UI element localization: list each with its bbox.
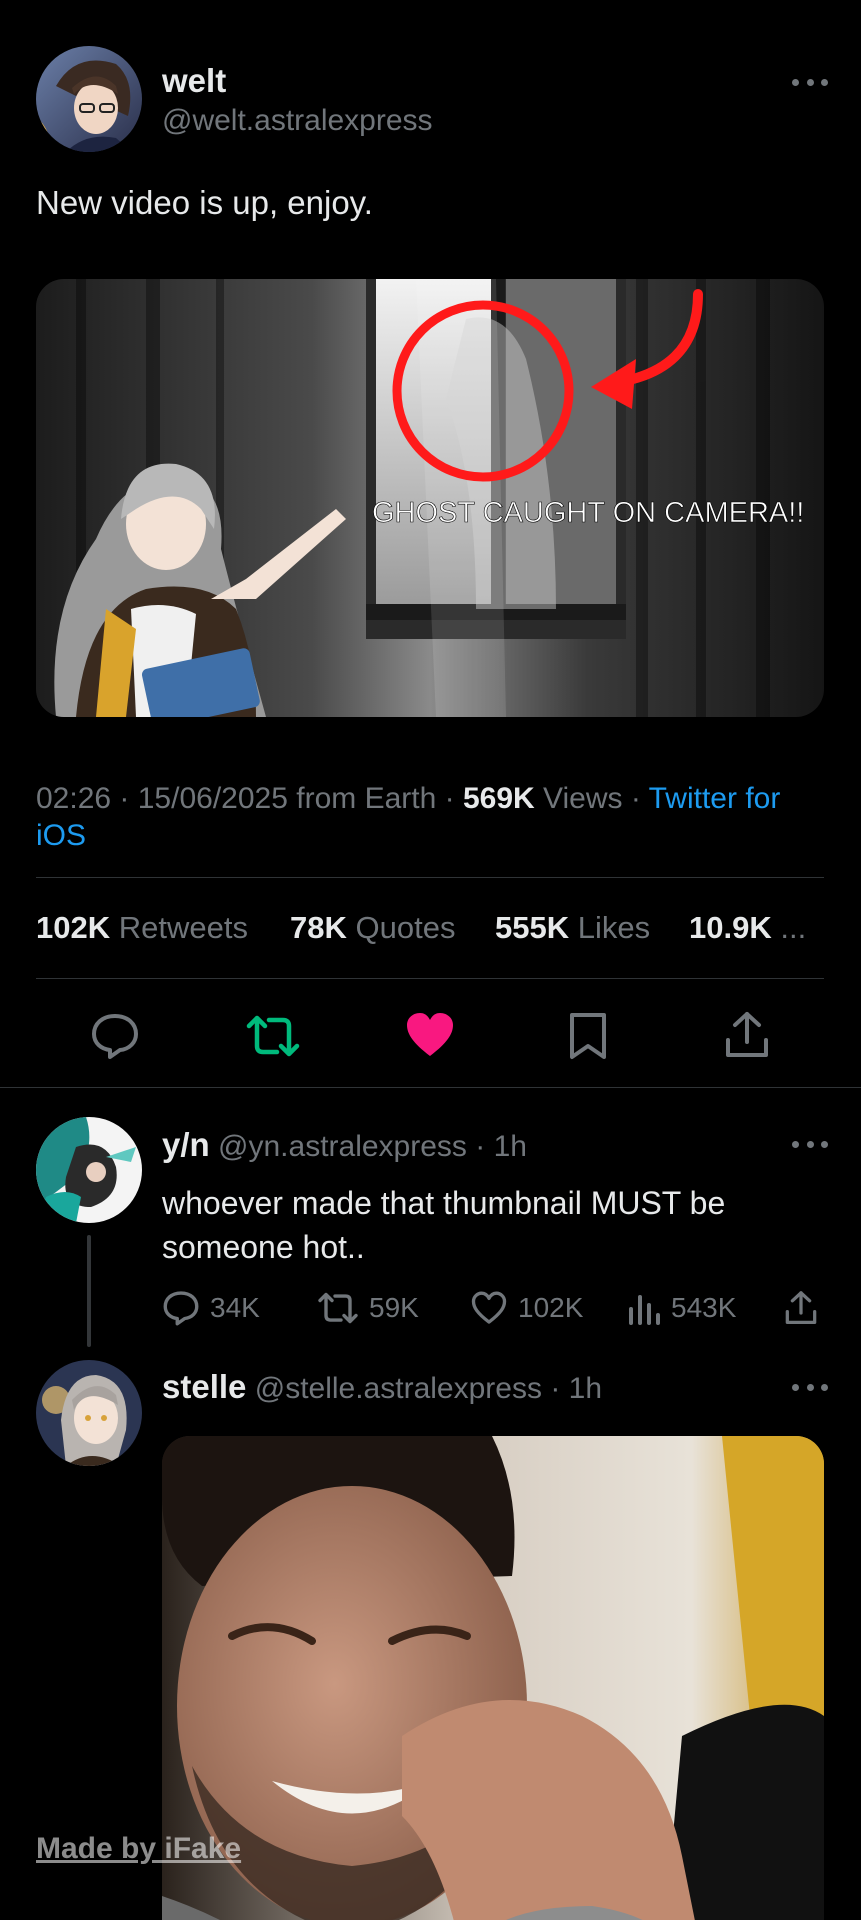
reply2-time[interactable]: · 1h [550,1372,602,1405]
reply2-author-name[interactable]: stelle [162,1368,246,1405]
reply1-author-handle[interactable]: @yn.astralexpress [218,1130,467,1163]
reply1-author-name[interactable]: y/n [162,1126,210,1163]
client-link-part1[interactable]: Twitter for [649,782,781,815]
reply2-author-handle[interactable]: @stelle.astralexpress [255,1372,542,1405]
tweet-date: 15/06/2025 [137,782,288,815]
thread-line [87,1235,91,1347]
views-label: Views [543,782,623,815]
like-icon [471,1291,507,1324]
reply-icon [163,1291,199,1326]
tweet-media[interactable]: GHOST CAUGHT ON CAMERA!! [36,279,824,717]
reply1-views-button[interactable]: 543K [627,1291,736,1325]
reply1-like-button[interactable]: 102K [470,1291,583,1325]
tweet-meta: 02:26 · 15/06/2025 from Earth · 569K Vie… [36,782,781,852]
avatar-yn[interactable] [36,1117,142,1223]
tweet-location: from Earth [296,782,437,815]
avatar-stelle[interactable] [36,1360,142,1466]
quotes-stat[interactable]: 78K Quotes [290,910,455,946]
divider [36,978,824,979]
more-icon[interactable] [792,1137,828,1151]
media-caption: GHOST CAUGHT ON CAMERA!! [372,497,804,529]
author-handle[interactable]: @welt.astralexpress [162,104,433,138]
tweet-time: 02:26 [36,782,112,815]
bookmark-icon[interactable] [567,1012,609,1065]
share-icon [785,1291,817,1325]
more-icon[interactable] [792,75,828,89]
divider [0,1087,861,1088]
tweet-text: New video is up, enjoy. [36,184,373,221]
ghost-thumbnail-image: GHOST CAUGHT ON CAMERA!! [36,279,824,717]
client-link-part2[interactable]: iOS [36,819,86,852]
likes-stat[interactable]: 555K Likes [495,910,650,946]
reply2-photo [162,1436,824,1920]
retweet-icon [318,1292,358,1324]
bookmarks-stat[interactable]: 10.9K ... [689,910,806,946]
reply1-share-button[interactable] [784,1290,818,1326]
divider [36,877,824,878]
retweets-stat[interactable]: 102K Retweets [36,910,248,946]
share-icon[interactable] [724,1010,770,1065]
like-icon[interactable] [405,1012,455,1063]
retweet-icon[interactable] [245,1012,301,1065]
reply2-media[interactable] [162,1436,824,1920]
reply1-header: y/n @yn.astralexpress · 1h [162,1126,527,1164]
reply1-reply-button[interactable]: 34K [162,1290,260,1326]
reply1-time[interactable]: · 1h [475,1130,527,1163]
reply2-header: stelle @stelle.astralexpress · 1h [162,1368,602,1406]
views-icon [629,1295,660,1325]
reply1-retweet-button[interactable]: 59K [317,1290,419,1326]
watermark: Made by iFake [36,1832,242,1865]
views-count: 569K [462,782,535,815]
reply1-text: whoever made that thumbnail MUST be some… [162,1185,726,1265]
author-name[interactable]: welt [162,62,226,100]
reply1-actions: 34K 59K 102K 543K [162,1288,824,1328]
reply-icon[interactable] [90,1012,140,1065]
avatar-welt[interactable] [36,46,142,152]
more-icon[interactable] [792,1380,828,1394]
